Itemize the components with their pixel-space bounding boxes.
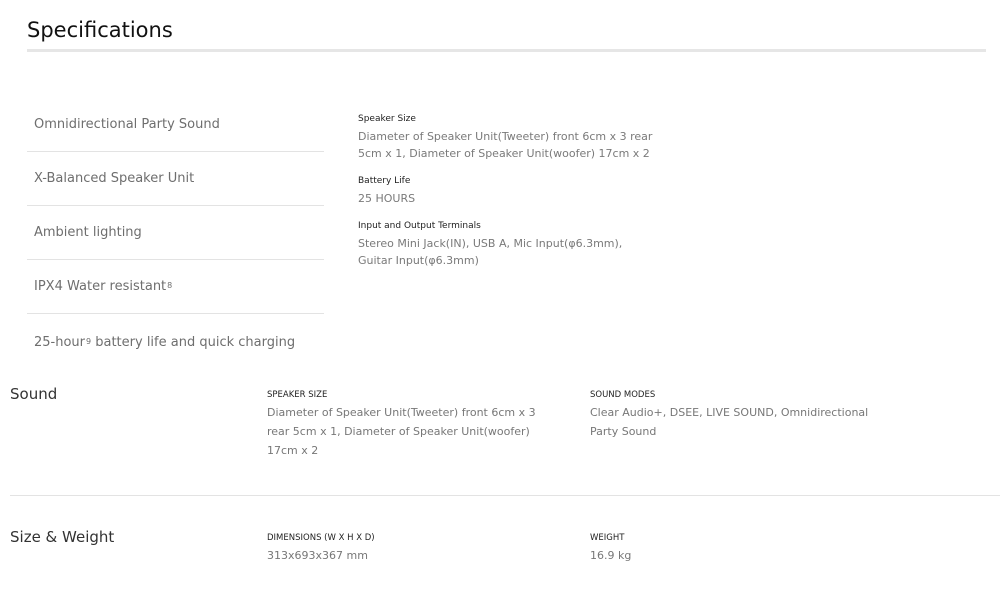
spec-value: 313x693x367 mm xyxy=(267,549,368,562)
feature-label: IPX4 Water resistant xyxy=(34,279,167,294)
spec-value: Clear Audio+, DSEE, LIVE SOUND, Omnidire… xyxy=(590,406,869,438)
spec-dimensions: DIMENSIONS (W X H X D) 313x693x367 mm xyxy=(267,531,557,565)
feature-label-pre: 25-hour xyxy=(34,334,86,350)
detail-value: Stereo Mini Jack(IN), USB A, Mic Input(φ… xyxy=(358,237,623,267)
feature-item-battery-life[interactable]: 25-hour 9 battery life and quick charging xyxy=(27,314,324,370)
spec-label: SOUND MODES xyxy=(590,390,656,400)
footnote-marker[interactable]: 9 xyxy=(86,337,91,346)
footnote-marker[interactable]: 8 xyxy=(167,281,172,290)
spec-value: 16.9 kg xyxy=(590,549,632,562)
spec-sound-modes: SOUND MODES Clear Audio+, DSEE, LIVE SOU… xyxy=(590,388,880,441)
detail-label: Speaker Size xyxy=(358,114,416,124)
spec-speaker-size: SPEAKER SIZE Diameter of Speaker Unit(Tw… xyxy=(267,388,557,460)
detail-value: 25 HOURS xyxy=(358,192,416,205)
feature-label: Omnidirectional Party Sound xyxy=(34,117,220,132)
detail-label: Battery Life xyxy=(358,176,411,186)
feature-detail-panel: Speaker Size Diameter of Speaker Unit(Tw… xyxy=(358,112,658,281)
title-divider xyxy=(27,49,986,52)
detail-speaker-size: Speaker Size Diameter of Speaker Unit(Tw… xyxy=(358,112,658,162)
spec-value: Diameter of Speaker Unit(Tweeter) front … xyxy=(267,406,536,457)
specifications-page: Specifications Omnidirectional Party Sou… xyxy=(0,0,1000,608)
feature-label: Ambient lighting xyxy=(34,225,142,240)
section-divider xyxy=(10,495,1000,496)
section-title-size-weight: Size & Weight xyxy=(10,528,115,546)
spec-weight: WEIGHT 16.9 kg xyxy=(590,531,880,565)
detail-io-terminals: Input and Output Terminals Stereo Mini J… xyxy=(358,219,658,269)
detail-battery-life: Battery Life 25 HOURS xyxy=(358,174,658,207)
spec-label: SPEAKER SIZE xyxy=(267,390,328,400)
feature-item-water-resistant[interactable]: IPX4 Water resistant 8 xyxy=(27,260,324,314)
feature-label-post: battery life and quick charging xyxy=(91,334,296,350)
feature-list: Omnidirectional Party Sound X-Balanced S… xyxy=(27,98,324,370)
feature-item-omnidirectional[interactable]: Omnidirectional Party Sound xyxy=(27,98,324,152)
spec-label: DIMENSIONS (W X H X D) xyxy=(267,533,375,543)
detail-label: Input and Output Terminals xyxy=(358,221,481,231)
detail-value: Diameter of Speaker Unit(Tweeter) front … xyxy=(358,130,653,160)
page-title: Specifications xyxy=(27,18,173,42)
feature-label: X-Balanced Speaker Unit xyxy=(34,171,195,186)
section-title-sound: Sound xyxy=(10,385,58,403)
feature-item-ambient-lighting[interactable]: Ambient lighting xyxy=(27,206,324,260)
feature-item-x-balanced[interactable]: X-Balanced Speaker Unit xyxy=(27,152,324,206)
spec-label: WEIGHT xyxy=(590,533,625,543)
